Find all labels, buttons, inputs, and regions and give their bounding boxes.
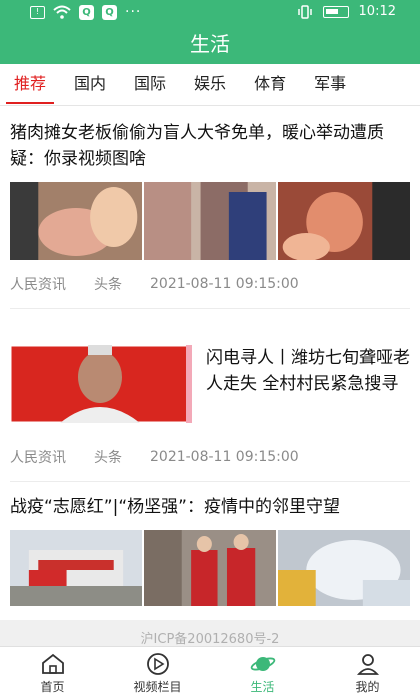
news-item[interactable]: 战疫“志愿红”|“杨坚强”：疫情中的邻里守望 [0,482,420,606]
news-title[interactable]: 闪电寻人丨潍坊七旬聋哑老人走失 全村村民紧急搜寻 [206,345,410,433]
news-item[interactable]: 猪肉摊女老板偷偷为盲人大爷免单，暖心举动遭质疑：你录视频图啥 人民资讯 头条 2… [0,106,420,308]
nav-life-label: 生活 [250,680,275,694]
play-icon [146,653,169,675]
nav-home[interactable]: 首页 [0,647,105,700]
news-image [144,530,276,606]
news-source: 人民资讯 [10,277,66,293]
tab-international[interactable]: 国际 [120,64,180,106]
status-bar: ! Q Q ··· 10:12 [0,0,420,24]
news-date: 2021-08-11 09:15:00 [150,449,299,465]
bottom-nav: 首页 视频栏目 生活 我的 [0,646,420,700]
news-image [10,345,192,423]
user-icon [356,654,379,675]
tab-military[interactable]: 军事 [300,64,360,106]
tab-recommend[interactable]: 推荐 [0,64,60,106]
category-tabs: 推荐 国内 国际 娱乐 体育 军事 [0,64,420,106]
news-image [278,530,410,606]
home-icon [41,653,64,674]
news-meta: 人民资讯 头条 2021-08-11 09:15:00 [0,433,420,481]
news-tag: 头条 [94,450,122,466]
sim-icon: ! [30,5,45,19]
page-title: 生活 [0,24,420,64]
news-tag: 头条 [94,277,122,293]
icp-footer: 沪ICP备20012680号-2 [0,620,420,646]
wifi-icon [53,5,71,19]
q-icon: Q [79,4,94,20]
planet-icon [250,657,275,671]
more-icon: ··· [125,4,142,20]
news-date: 2021-08-11 09:15:00 [150,276,299,292]
news-title[interactable]: 猪肉摊女老板偷偷为盲人大爷免单，暖心举动遭质疑：你录视频图啥 [10,106,410,172]
news-image [10,182,142,260]
battery-icon [322,5,349,18]
news-feed: 猪肉摊女老板偷偷为盲人大爷免单，暖心举动遭质疑：你录视频图啥 人民资讯 头条 2… [0,106,420,646]
nav-mine-label: 我的 [355,680,380,694]
news-meta: 人民资讯 头条 2021-08-11 09:15:00 [10,260,410,308]
news-title[interactable]: 战疫“志愿红”|“杨坚强”：疫情中的邻里守望 [10,482,410,520]
tab-domestic[interactable]: 国内 [60,64,120,106]
nav-home-label: 首页 [40,680,65,694]
news-source: 人民资讯 [10,450,66,466]
news-item[interactable]: 闪电寻人丨潍坊七旬聋哑老人走失 全村村民紧急搜寻 [0,333,420,433]
news-image-row [10,182,410,260]
nav-life[interactable]: 生活 [210,647,315,700]
news-image [144,182,276,260]
news-image-row [10,530,410,606]
tab-sports[interactable]: 体育 [240,64,300,106]
news-image [10,530,142,606]
status-time: 10:12 [358,4,396,19]
nav-video[interactable]: 视频栏目 [105,647,210,700]
tab-entertainment[interactable]: 娱乐 [180,64,240,106]
vibrate-icon [297,4,312,19]
news-image [278,182,410,260]
nav-video-label: 视频栏目 [133,680,182,694]
q-icon: Q [102,4,117,20]
nav-mine[interactable]: 我的 [315,647,420,700]
